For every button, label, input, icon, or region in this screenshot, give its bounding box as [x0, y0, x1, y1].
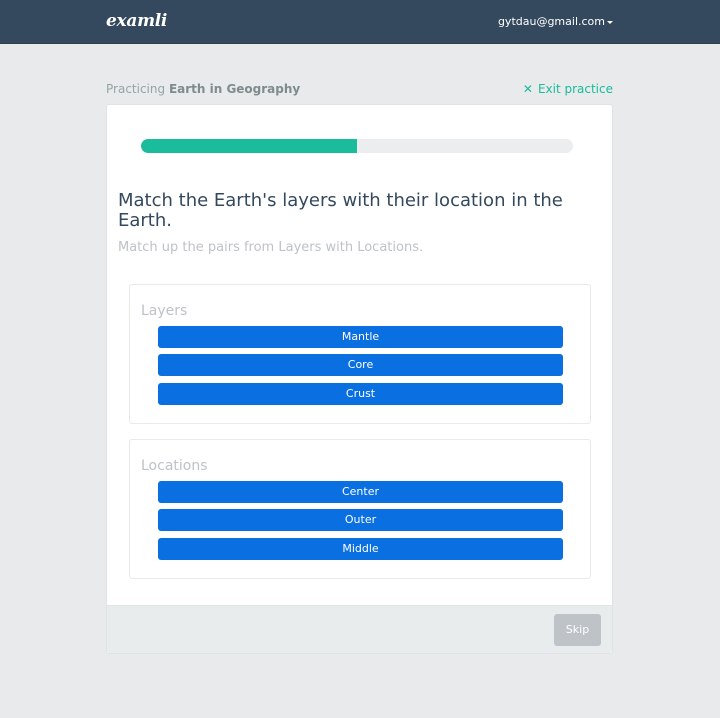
match-item-crust[interactable]: Crust [158, 383, 563, 405]
question-card: Match the Earth's layers with their loca… [106, 104, 613, 654]
locations-group: Locations Center Outer Middle [129, 439, 591, 579]
match-item-middle[interactable]: Middle [158, 538, 563, 560]
user-email[interactable]: gytdau@gmail.com [498, 15, 605, 28]
progress-bar [141, 139, 573, 153]
match-item-core[interactable]: Core [158, 354, 563, 376]
question-instructions: Match up the pairs from Layers with Loca… [118, 240, 424, 255]
question-title: Match the Earth's layers with their loca… [118, 190, 563, 231]
exit-practice-label[interactable]: Exit practice [538, 82, 613, 96]
chevron-down-icon[interactable] [607, 21, 613, 24]
match-item-mantle[interactable]: Mantle [158, 326, 563, 348]
user-menu[interactable]: gytdau@gmail.com [498, 15, 613, 28]
group-title-layers: Layers [141, 303, 188, 319]
match-item-center[interactable]: Center [158, 481, 563, 503]
layers-group: Layers Mantle Core Crust [129, 284, 591, 424]
practice-prefix: Practicing [106, 82, 166, 96]
skip-button[interactable]: Skip [554, 614, 601, 646]
progress-bar-fill [141, 139, 357, 153]
top-navbar: examli gytdau@gmail.com [0, 0, 720, 44]
group-title-locations: Locations [141, 458, 208, 474]
practice-topic: Earth in Geography [168, 82, 301, 96]
card-footer: Skip [107, 605, 612, 653]
match-item-outer[interactable]: Outer [158, 509, 563, 531]
close-icon[interactable]: ✕ [523, 82, 533, 96]
app-logo[interactable]: examli [106, 11, 167, 31]
exit-practice-link[interactable]: ✕ Exit practice [523, 82, 613, 96]
practice-breadcrumb: Practicing Earth in Geography [106, 82, 300, 96]
